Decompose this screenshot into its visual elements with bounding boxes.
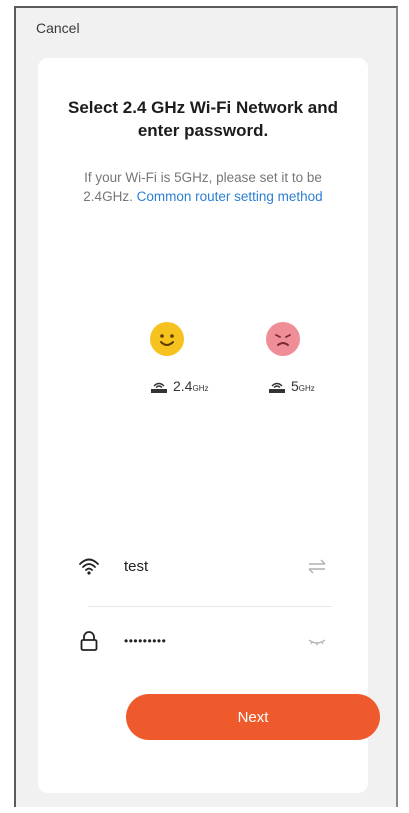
smile-face-icon: [150, 322, 184, 356]
field-divider: [88, 606, 332, 607]
cancel-button[interactable]: Cancel: [36, 20, 80, 36]
band-value: 2.4: [173, 378, 193, 394]
next-button[interactable]: Next: [126, 694, 380, 740]
band-unit: GHz: [192, 384, 209, 393]
band-label: 2.4GHz: [173, 378, 208, 394]
router-setting-link[interactable]: Common router setting method: [137, 189, 323, 204]
wifi-name-field[interactable]: test: [78, 552, 328, 580]
switch-network-icon[interactable]: [306, 555, 328, 577]
band-value: 5: [291, 378, 299, 394]
app-frame: Cancel Select 2.4 GHz Wi-Fi Network and …: [14, 6, 398, 807]
sad-face-icon: [266, 322, 300, 356]
band-5ghz: 5GHz: [268, 378, 315, 394]
lock-icon: [78, 630, 100, 652]
band-label: 5GHz: [291, 378, 315, 394]
password-value[interactable]: •••••••••: [124, 634, 306, 648]
router-icon: [268, 380, 286, 394]
eye-closed-icon[interactable]: [306, 630, 328, 652]
band-2-4ghz: 2.4GHz: [150, 378, 208, 394]
password-field[interactable]: •••••••••: [78, 627, 328, 655]
page-title: Select 2.4 GHz Wi-Fi Network and enter p…: [67, 98, 339, 140]
wifi-setup-card: Select 2.4 GHz Wi-Fi Network and enter p…: [38, 58, 380, 793]
band-unit: GHz: [298, 384, 315, 393]
band-hint: If your Wi-Fi is 5GHz, please set it to …: [38, 168, 368, 206]
router-icon: [150, 380, 168, 394]
wifi-name-value[interactable]: test: [124, 558, 306, 575]
wifi-icon: [78, 555, 100, 577]
